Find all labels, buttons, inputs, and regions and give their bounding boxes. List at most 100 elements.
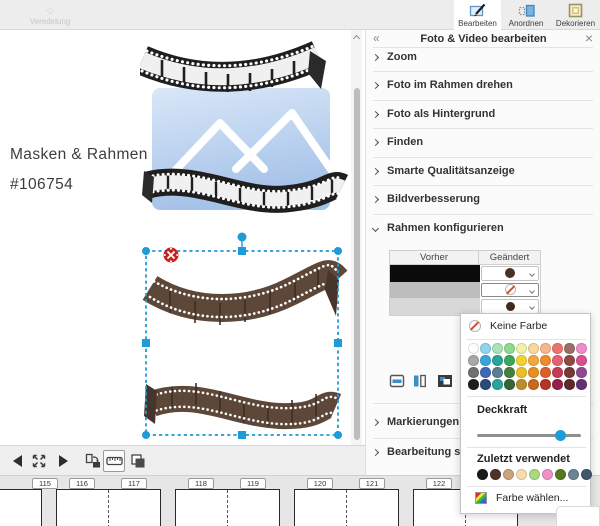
resize-handle-top-left[interactable] — [142, 247, 150, 255]
replace-image-button[interactable] — [82, 450, 104, 472]
recent-color[interactable] — [477, 469, 488, 480]
palette-color[interactable] — [576, 367, 587, 378]
section-bildverbesserung[interactable]: Bildverbesserung — [373, 185, 593, 213]
slider-thumb[interactable] — [555, 430, 566, 441]
section-finden[interactable]: Finden — [373, 128, 593, 156]
palette-color[interactable] — [540, 355, 551, 366]
palette-color[interactable] — [528, 355, 539, 366]
palette-color[interactable] — [468, 367, 479, 378]
palette-color[interactable] — [480, 355, 491, 366]
palette-color[interactable] — [492, 367, 503, 378]
palette-color[interactable] — [576, 379, 587, 390]
palette-color[interactable] — [492, 343, 503, 354]
frame-style-fill-button[interactable] — [434, 371, 455, 390]
resize-handle-top-right[interactable] — [334, 247, 342, 255]
rotate-handle-icon[interactable] — [238, 233, 247, 242]
palette-color[interactable] — [552, 379, 563, 390]
spread-118-119[interactable] — [175, 489, 280, 526]
after-color-dropdown[interactable] — [481, 299, 539, 314]
recent-color[interactable] — [503, 469, 514, 480]
page-tab-117[interactable]: 117 — [121, 478, 147, 489]
ruler-button[interactable] — [103, 450, 125, 472]
page-tab-121[interactable]: 121 — [359, 478, 385, 489]
section-foto-im-rahmen-drehen[interactable]: Foto im Rahmen drehen — [373, 71, 593, 99]
selected-filmstrip-element[interactable] — [140, 228, 350, 448]
recent-color[interactable] — [529, 469, 540, 480]
scroll-up-icon[interactable] — [353, 35, 360, 42]
no-color-option[interactable]: Keine Farbe — [469, 320, 547, 332]
delete-icon[interactable] — [164, 248, 179, 263]
resize-handle-bottom[interactable] — [238, 431, 246, 439]
page-tab-116[interactable]: 116 — [69, 478, 95, 489]
palette-color[interactable] — [504, 379, 515, 390]
recent-color[interactable] — [581, 469, 592, 480]
filmstrip-mask-preview[interactable] — [140, 33, 350, 228]
palette-color[interactable] — [504, 355, 515, 366]
page-tab-118[interactable]: 118 — [188, 478, 214, 489]
palette-color[interactable] — [564, 343, 575, 354]
next-page-button[interactable] — [52, 450, 74, 472]
pages-view-button[interactable] — [127, 450, 149, 472]
resize-handle-left[interactable] — [142, 339, 150, 347]
palette-color[interactable] — [552, 367, 563, 378]
choose-color-option[interactable]: Farbe wählen... — [475, 492, 568, 504]
palette-color[interactable] — [492, 355, 503, 366]
recent-color[interactable] — [542, 469, 553, 480]
palette-color[interactable] — [552, 343, 563, 354]
tab-anordnen[interactable]: Anordnen — [503, 0, 549, 30]
frame-style-horizontal-button[interactable] — [386, 371, 407, 390]
section-foto-als-hintergrund[interactable]: Foto als Hintergrund — [373, 100, 593, 128]
section-rahmen-konfigurieren[interactable]: Rahmen konfigurieren — [373, 214, 593, 242]
spread-114-115[interactable] — [0, 489, 42, 526]
toolbar-item-veredelung[interactable]: ◇ Veredelung — [18, 0, 82, 30]
resize-handle-top[interactable] — [238, 247, 246, 255]
spread-120-121[interactable] — [294, 489, 399, 526]
palette-color[interactable] — [528, 379, 539, 390]
palette-color[interactable] — [492, 379, 503, 390]
opacity-slider[interactable] — [477, 429, 581, 441]
frame-style-vertical-button[interactable] — [409, 371, 430, 390]
palette-color[interactable] — [564, 355, 575, 366]
palette-color[interactable] — [564, 367, 575, 378]
palette-color[interactable] — [468, 379, 479, 390]
recent-color[interactable] — [516, 469, 527, 480]
palette-color[interactable] — [552, 355, 563, 366]
section-smarte-qualitaetsanzeige[interactable]: Smarte Qualitätsanzeige — [373, 157, 593, 185]
section-zoom[interactable]: Zoom — [373, 43, 593, 71]
page-tab-119[interactable]: 119 — [240, 478, 266, 489]
palette-color[interactable] — [480, 367, 491, 378]
recent-color[interactable] — [555, 469, 566, 480]
palette-color[interactable] — [504, 343, 515, 354]
palette-color[interactable] — [564, 379, 575, 390]
resize-handle-bottom-right[interactable] — [334, 431, 342, 439]
canvas-scrollbar[interactable] — [351, 30, 362, 445]
fit-view-button[interactable] — [28, 450, 50, 472]
palette-color[interactable] — [528, 367, 539, 378]
palette-color[interactable] — [528, 343, 539, 354]
tab-bearbeiten[interactable]: Bearbeiten — [454, 0, 501, 30]
palette-color[interactable] — [516, 379, 527, 390]
after-color-dropdown-open[interactable] — [481, 283, 539, 298]
palette-color[interactable] — [516, 355, 527, 366]
recent-color[interactable] — [490, 469, 501, 480]
palette-color[interactable] — [540, 379, 551, 390]
palette-color[interactable] — [516, 367, 527, 378]
resize-handle-bottom-left[interactable] — [142, 431, 150, 439]
brown-filmstrip-bottom[interactable] — [144, 383, 336, 426]
prev-page-button[interactable] — [6, 450, 28, 472]
canvas[interactable]: Masken & Rahmen #106754 — [0, 30, 365, 445]
after-color-dropdown[interactable] — [481, 266, 539, 281]
palette-color[interactable] — [468, 355, 479, 366]
page-tab-120[interactable]: 120 — [307, 478, 333, 489]
page-tab-115[interactable]: 115 — [32, 478, 58, 489]
palette-color[interactable] — [576, 355, 587, 366]
page-tab-122[interactable]: 122 — [426, 478, 452, 489]
palette-color[interactable] — [480, 379, 491, 390]
spread-116-117[interactable] — [56, 489, 161, 526]
palette-color[interactable] — [468, 343, 479, 354]
palette-color[interactable] — [540, 367, 551, 378]
recent-color[interactable] — [568, 469, 579, 480]
palette-color[interactable] — [540, 343, 551, 354]
palette-color[interactable] — [516, 343, 527, 354]
tab-dekorieren[interactable]: Dekorieren — [551, 0, 600, 30]
